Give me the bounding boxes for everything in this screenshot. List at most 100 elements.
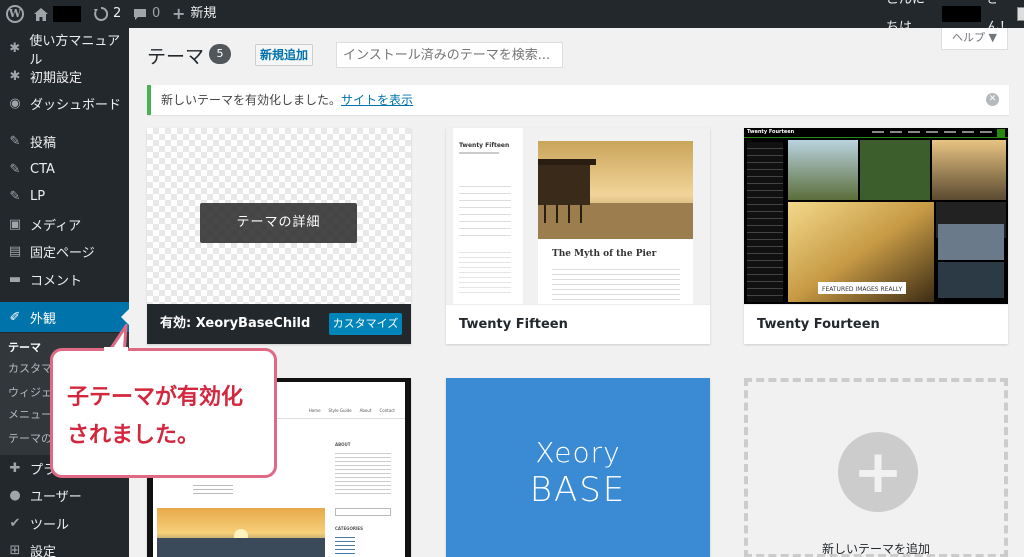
active-theme-bar: 有効: XeoryBaseChild カスタマイズ [147,304,411,344]
sidebar-item-media[interactable]: ▣ メディア [0,211,129,238]
twelve-nav: Home Style Guide About Contact [309,408,395,413]
dismiss-icon[interactable]: ✕ [986,93,999,106]
account-menu[interactable]: こんにちは、 さん！ [886,0,1024,35]
page-title: テーマ [147,46,205,68]
callout-text: 子テーマが有効化 されました。 [67,379,243,455]
settings-icon: ⊞ [9,543,21,557]
help-tab-button[interactable]: ヘルプ ▼ [941,28,1008,50]
xeory-logo-line1: Xeory [535,436,621,469]
site-name-link[interactable] [34,0,81,28]
sidebar-item-dashboard[interactable]: ◉ ダッシュボード [0,90,129,117]
sidebar-item-tools[interactable]: ✔ ツール [0,510,129,537]
theme-card-active[interactable]: テーマの詳細 有効: XeoryBaseChild カスタマイズ [147,128,411,344]
sidebar-item-posts[interactable]: ✎ 投稿 [0,128,129,155]
theme-activated-notice: 新しいテーマを有効化しました。サイトを表示 ✕ [147,85,1009,115]
sidebar-item-manual[interactable]: ✱ 使い方マニュアル [0,34,129,68]
pier-sunset-image [538,141,693,239]
gear-icon: ✱ [9,41,21,56]
theme-card-twenty-fourteen[interactable]: Twenty Fourteen FEATURED IMAGES REALLY T… [744,128,1008,344]
fifteen-site-title: Twenty Fifteen [459,142,510,149]
sidebar-item-label: CTA [30,162,55,177]
sidebar-item-pages[interactable]: ▤ 固定ページ [0,238,129,265]
callout-bubble: 子テーマが有効化 されました。 [50,348,277,478]
fourteen-nav [872,131,992,133]
user-icon: ● [9,488,21,503]
wrench-icon: ✔ [9,516,21,531]
pin-icon: ✎ [9,162,21,177]
fifteen-about-lines [459,248,511,294]
fourteen-site-title: Twenty Fourteen [747,129,795,135]
twenty-fourteen-screenshot: Twenty Fourteen FEATURED IMAGES REALLY [744,128,1008,304]
sidebar-item-label: メディア [30,219,82,234]
theme-name-twenty-fourteen: Twenty Fourteen [744,304,1008,344]
sidebar-item-label: ユーザー [30,490,82,505]
sidebar-item-label: コメント [30,274,83,289]
sidebar-item-comments[interactable]: ▬ コメント [0,266,129,293]
fourteen-featured-label: FEATURED IMAGES REALLY [822,286,902,293]
active-prefix: 有効: [160,316,196,331]
fourteen-search-icon [997,129,1005,137]
sidebar-item-cta[interactable]: ✎ CTA [0,156,129,183]
twelve-nav-contact: Contact [379,408,395,413]
active-theme-name: XeoryBaseChild [195,316,311,331]
theme-name-twenty-fifteen: Twenty Fifteen [446,304,710,344]
twelve-categories-heading: CATEGORIES [335,526,364,531]
redacted-username [941,6,982,22]
media-icon: ▣ [8,217,22,232]
current-menu-arrow [121,309,129,325]
pin-icon: ✎ [9,189,21,204]
sidebar-item-users[interactable]: ● ユーザー [0,482,129,509]
theme-details-button[interactable]: テーマの詳細 [200,203,357,243]
twelve-about-lines [335,450,391,494]
twelve-post-meta [193,482,233,494]
fourteen-left-nav [747,142,783,302]
new-content-link[interactable]: + 新規 [172,0,216,28]
twelve-category-links [335,534,355,556]
sidebar-item-initial-settings[interactable]: ✱ 初期設定 [0,63,129,90]
twelve-nav-home: Home [308,408,321,413]
fifteen-widget-lines [459,180,511,240]
theme-search-input[interactable] [336,42,563,68]
view-site-link[interactable]: サイトを表示 [341,93,413,107]
theme-card-twenty-fifteen[interactable]: Twenty Fifteen The Myth of the Pier Twen… [446,128,710,344]
admin-bar: W 2 0 + 新規 こんにちは、 さん！ [0,0,1024,35]
plus-icon: + [838,432,918,512]
twelve-search-box [335,508,391,516]
wordpress-logo-icon[interactable]: W [6,5,24,23]
comments-count: 0 [152,6,161,21]
twelve-nav-about: About [359,408,372,413]
avatar [1017,7,1024,21]
sidebar-item-label: 投稿 [30,136,57,151]
home-icon [34,7,48,21]
xeory-logo-line2: BASE [529,470,627,510]
add-new-theme-button[interactable]: 新規追加 [255,44,313,66]
redacted-site-name [53,6,81,22]
sidebar-item-settings[interactable]: ⊞ 設定 [0,537,129,557]
add-new-theme-label: 新しいテーマを追加 [821,542,930,556]
twelve-nav-style: Style Guide [328,408,352,413]
new-label: 新規 [190,6,217,21]
fourteen-header: Twenty Fourteen [744,128,1008,138]
plus-icon: + [172,4,186,23]
sidebar-item-lp[interactable]: ✎ LP [0,183,129,210]
updates-link[interactable]: 2 [94,0,121,28]
theme-card-xeory-base[interactable]: Xeory BASE [446,378,710,557]
fifteen-post-lines [552,265,680,301]
comments-link[interactable]: 0 [133,0,160,28]
fifteen-tagline [459,152,499,154]
fourteen-featured-grid: FEATURED IMAGES REALLY [788,140,1006,302]
add-new-theme-card[interactable]: + 新しいテーマを追加 [744,378,1008,557]
sidebar-item-label: LP [30,189,46,204]
brush-icon: ✐ [9,309,21,325]
sidebar-item-label: 外観 [30,311,57,327]
dashboard-icon: ◉ [9,96,21,111]
page-icon: ▤ [8,244,22,259]
fifteen-post-title: The Myth of the Pier [552,249,657,259]
customize-button[interactable]: カスタマイズ [329,313,402,335]
fifteen-article: The Myth of the Pier [538,141,693,304]
sidebar-item-label: 初期設定 [30,71,83,86]
comment-icon [134,8,146,20]
twelve-about-heading: ABOUT [335,442,351,447]
twelve-sunset-image [157,508,325,557]
comment-icon: ▬ [8,272,22,287]
